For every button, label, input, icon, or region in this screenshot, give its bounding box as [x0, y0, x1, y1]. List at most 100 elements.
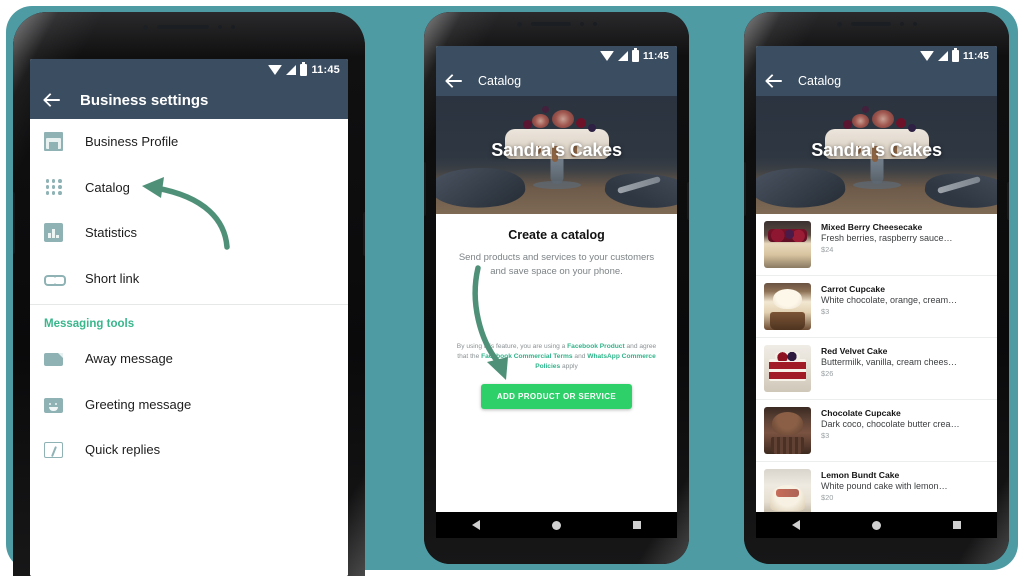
- earpiece-speaker: [530, 22, 571, 26]
- signal-icon: [617, 51, 628, 61]
- sidebar-item-label: Away message: [85, 351, 173, 367]
- front-camera-icon: [516, 21, 522, 27]
- product-name: Lemon Bundt Cake: [821, 470, 900, 480]
- proximity-sensor-icon: [579, 22, 584, 26]
- front-camera-icon: [143, 24, 148, 30]
- bar-chart-icon: [44, 223, 63, 243]
- signal-icon: [937, 51, 948, 61]
- legal-disclaimer: By using this feature, you are using a F…: [450, 342, 663, 373]
- nav-back-icon[interactable]: [472, 520, 480, 530]
- sidebar-item-catalog[interactable]: Catalog: [30, 165, 348, 211]
- battery-icon: [951, 48, 959, 62]
- back-arrow-icon[interactable]: [766, 72, 784, 90]
- product-price: $3: [821, 307, 830, 316]
- berry: [522, 120, 532, 129]
- cake-stand-base: [532, 181, 581, 189]
- product-list-item[interactable]: Red Velvet Cake Buttermilk, vanilla, cre…: [756, 338, 997, 400]
- napkin-right: [603, 168, 677, 214]
- android-nav-bar: [436, 512, 677, 538]
- product-name: Red Velvet Cake: [821, 346, 888, 356]
- product-price: $24: [821, 245, 834, 254]
- nav-back-icon[interactable]: [792, 520, 800, 530]
- power-button[interactable]: [1007, 182, 1009, 220]
- berry: [842, 120, 852, 129]
- nav-home-icon[interactable]: [552, 520, 561, 530]
- fig-slice: [551, 110, 574, 128]
- phone-device-catalog-list: 11:45 Catalog Sandra's Cakes Mixed Berry…: [744, 12, 1009, 564]
- signal-icon: [286, 65, 297, 75]
- back-arrow-icon[interactable]: [446, 72, 464, 90]
- link-icon: [44, 269, 66, 288]
- nav-recents-icon[interactable]: [953, 521, 961, 529]
- sidebar-item-quick-replies[interactable]: Quick replies: [30, 427, 348, 473]
- sidebar-item-label: Statistics: [85, 225, 138, 241]
- nav-recents-icon[interactable]: [633, 521, 641, 529]
- sidebar-item-away-message[interactable]: Away message: [30, 336, 348, 382]
- link-facebook-commercial-terms[interactable]: Facebook Commercial Terms: [481, 353, 573, 360]
- fig-slice: [871, 110, 894, 128]
- volume-button[interactable]: [13, 192, 15, 254]
- volume-button[interactable]: [424, 162, 426, 216]
- sidebar-item-greeting-message[interactable]: Greeting message: [30, 382, 348, 428]
- phone-sensor-row: [424, 12, 689, 36]
- add-product-or-service-button[interactable]: ADD PRODUCT OR SERVICE: [480, 384, 633, 410]
- battery-icon: [631, 48, 639, 62]
- sidebar-item-business-profile[interactable]: Business Profile: [30, 119, 348, 165]
- link-facebook-product[interactable]: Facebook Product: [567, 343, 625, 350]
- legal-text-part4: apply: [560, 362, 578, 370]
- phone-sensor-row: [13, 12, 365, 42]
- page-title: Catalog: [478, 74, 522, 88]
- page-title: Business settings: [80, 91, 209, 109]
- product-list-item[interactable]: Carrot Cupcake White chocolate, orange, …: [756, 276, 997, 338]
- power-button[interactable]: [687, 182, 689, 220]
- phone-device-settings: 11:45 Business settings Business Profile…: [13, 12, 365, 576]
- screenshot-stage: 11:45 Business settings Business Profile…: [0, 0, 1024, 576]
- sidebar-item-statistics[interactable]: Statistics: [30, 210, 348, 256]
- legal-text-part1: By using this feature, you are using a: [456, 342, 568, 350]
- status-bar: 11:45: [756, 46, 997, 66]
- page-title: Catalog: [798, 74, 842, 88]
- catalog-empty-state: Create a catalog Send products and servi…: [436, 214, 677, 530]
- light-sensor-icon: [592, 22, 597, 26]
- sidebar-item-short-link[interactable]: Short link: [30, 256, 348, 302]
- greeting-message-icon: [44, 397, 63, 413]
- berry: [907, 124, 916, 132]
- sidebar-item-label: Business Profile: [85, 134, 179, 150]
- product-name: Chocolate Cupcake: [821, 408, 901, 418]
- napkin-left: [756, 163, 847, 213]
- status-bar-time: 11:45: [311, 64, 340, 76]
- catalog-hero-image: Sandra's Cakes: [756, 96, 997, 214]
- empty-state-subtitle: Send products and services to your custo…: [458, 252, 655, 278]
- product-name: Mixed Berry Cheesecake: [821, 222, 923, 232]
- back-arrow-icon[interactable]: [44, 91, 62, 109]
- status-bar: 11:45: [436, 46, 677, 66]
- napkin-right: [923, 168, 997, 214]
- sidebar-item-label: Greeting message: [85, 396, 192, 412]
- berry: [575, 118, 586, 128]
- proximity-sensor-icon: [218, 25, 222, 29]
- power-button[interactable]: [363, 212, 365, 256]
- nav-home-icon[interactable]: [872, 520, 881, 530]
- phone3-screen: 11:45 Catalog Sandra's Cakes Mixed Berry…: [756, 46, 997, 530]
- cake-stand-base: [852, 181, 901, 189]
- product-price: $3: [821, 431, 830, 440]
- status-bar-time: 11:45: [962, 50, 989, 62]
- sidebar-item-label: Catalog: [85, 179, 130, 195]
- catalog-hero-image: Sandra's Cakes: [436, 96, 677, 214]
- volume-button[interactable]: [744, 162, 746, 216]
- fig-slice: [532, 114, 550, 128]
- product-thumbnail: [764, 221, 811, 268]
- away-message-icon: [44, 353, 63, 367]
- product-list-item[interactable]: Chocolate Cupcake Dark coco, chocolate b…: [756, 400, 997, 462]
- product-description: Dark coco, chocolate butter crea…: [821, 419, 960, 429]
- product-thumbnail: [764, 345, 811, 392]
- product-name: Carrot Cupcake: [821, 284, 885, 294]
- light-sensor-icon: [912, 22, 917, 26]
- wifi-icon: [919, 51, 934, 61]
- product-list-item[interactable]: Mixed Berry Cheesecake Fresh berries, ra…: [756, 214, 997, 276]
- grid-icon: [44, 178, 63, 197]
- legal-text-part3: and: [572, 352, 588, 360]
- storefront-icon: [44, 132, 63, 152]
- proximity-sensor-icon: [899, 22, 904, 26]
- product-thumbnail: [764, 407, 811, 454]
